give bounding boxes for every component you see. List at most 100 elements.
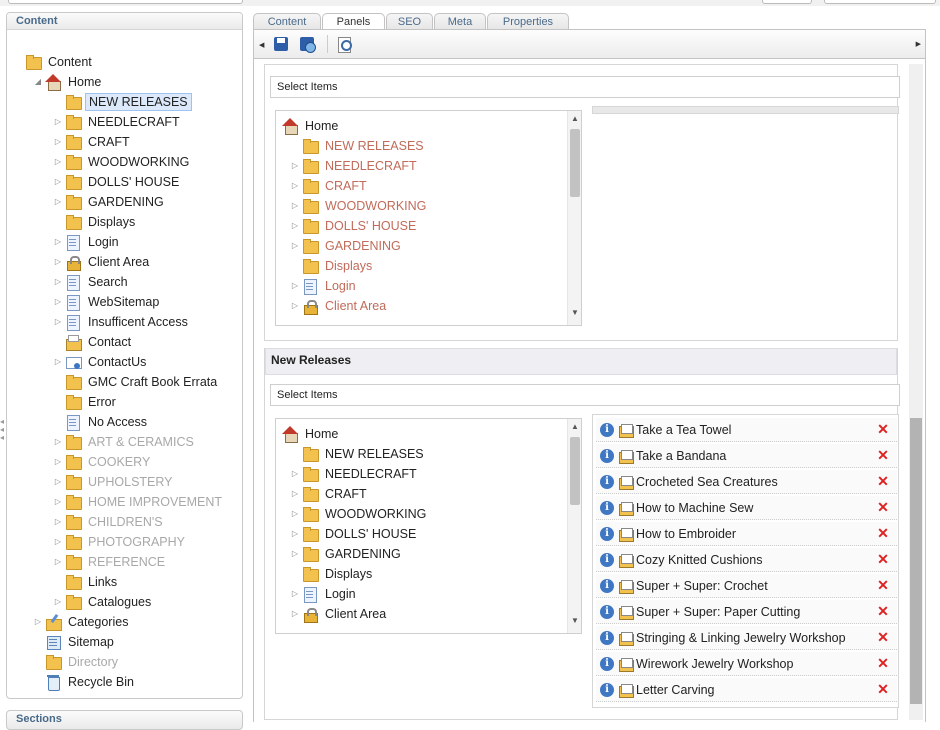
info-icon[interactable]: i (600, 422, 614, 437)
tree-node[interactable]: ▷ GARDENING (290, 544, 404, 564)
tree-node[interactable]: ▷ NEEDLECRAFT (53, 112, 183, 132)
info-icon[interactable]: i (600, 500, 614, 515)
expand-arrow-icon[interactable]: ▷ (53, 532, 63, 552)
expand-arrow-icon[interactable]: ▷ (53, 112, 63, 132)
expand-arrow-icon[interactable]: ▷ (33, 612, 43, 632)
tree-node[interactable]: ▷ WOODWORKING (53, 152, 192, 172)
tree-node[interactable]: ▷ ART & CERAMICS (53, 432, 197, 452)
tree-node[interactable]: ▷ REFERENCE (53, 552, 168, 572)
info-icon[interactable]: i (600, 474, 614, 489)
selected-item[interactable]: i Super + Super: Paper Cutting ✕ (596, 600, 897, 624)
expand-arrow-icon[interactable]: ▷ (290, 176, 300, 196)
info-icon[interactable]: i (600, 630, 614, 645)
selected-item[interactable]: i Stringing & Linking Jewelry Workshop ✕ (596, 626, 897, 650)
tree-node[interactable]: Displays (53, 212, 138, 232)
expand-arrow-icon[interactable]: ▷ (53, 352, 63, 372)
selected-item[interactable]: i Wirework Jewelry Workshop ✕ (596, 652, 897, 676)
main-scroll-thumb[interactable] (910, 418, 922, 704)
toolbar-expand-icon[interactable]: ▶ (916, 40, 921, 48)
remove-icon[interactable]: ✕ (877, 525, 889, 542)
selected-item[interactable]: i How to Embroider ✕ (596, 522, 897, 546)
expand-arrow-icon[interactable]: ▷ (290, 276, 300, 296)
tree-node[interactable]: Links (53, 572, 120, 592)
tree-node[interactable]: Home (276, 116, 341, 136)
tree-node[interactable]: ▷ CRAFT (290, 176, 370, 196)
expand-arrow-icon[interactable]: ▷ (53, 292, 63, 312)
tree-node[interactable]: Recycle Bin (33, 672, 137, 692)
tree-node[interactable]: ▷ Client Area (290, 604, 389, 624)
expand-arrow-icon[interactable]: ▷ (290, 604, 300, 624)
tree-node[interactable]: ▷ CRAFT (290, 484, 370, 504)
tree-node[interactable]: ▷ HOME IMPROVEMENT (53, 492, 225, 512)
selected-item[interactable]: i Super + Super: Crochet ✕ (596, 574, 897, 598)
scroll-thumb[interactable] (570, 129, 580, 197)
selected-item[interactable]: i Take a Tea Towel ✕ (596, 418, 897, 442)
tree-node[interactable]: Directory (33, 652, 121, 672)
save-icon[interactable] (273, 36, 289, 52)
tree-node[interactable]: ▷ PHOTOGRAPHY (53, 532, 188, 552)
top-button-a[interactable] (762, 0, 812, 4)
resize-grip[interactable]: ◂ ◂ ◂ (0, 418, 6, 442)
tree-node[interactable]: ▷ DOLLS' HOUSE (290, 524, 419, 544)
tree-node[interactable]: Error (53, 392, 119, 412)
toolbar-collapse-icon[interactable]: ◀ (259, 41, 264, 49)
tree-node[interactable]: ▷ Client Area (53, 252, 152, 272)
remove-icon[interactable]: ✕ (877, 681, 889, 698)
tree-node[interactable]: ▷ GARDENING (290, 236, 404, 256)
info-icon[interactable]: i (600, 526, 614, 541)
info-icon[interactable]: i (600, 604, 614, 619)
scroll-up-icon[interactable]: ▲ (568, 421, 581, 433)
tree-node[interactable]: ▷ CRAFT (53, 132, 133, 152)
expand-arrow-icon[interactable]: ▷ (53, 592, 63, 612)
expand-arrow-icon[interactable]: ▷ (290, 464, 300, 484)
expand-arrow-icon[interactable]: ▷ (290, 296, 300, 316)
tab-meta[interactable]: Meta (434, 13, 486, 30)
info-icon[interactable]: i (600, 578, 614, 593)
tree-node[interactable]: ▷ Login (290, 276, 359, 296)
tree-node[interactable]: Displays (290, 564, 375, 584)
tree-node[interactable]: ▷ WOODWORKING (290, 504, 429, 524)
tab-properties[interactable]: Properties (487, 13, 569, 30)
save-close-icon[interactable] (299, 36, 316, 53)
scroll-thumb[interactable] (570, 437, 580, 505)
tree-node[interactable]: ▷ NEEDLECRAFT (290, 156, 420, 176)
remove-icon[interactable]: ✕ (877, 421, 889, 438)
tree-node[interactable]: ▷ GARDENING (53, 192, 167, 212)
tab-seo[interactable]: SEO (386, 13, 433, 30)
expand-arrow-icon[interactable]: ▷ (290, 524, 300, 544)
tree-node[interactable]: ▷ CHILDREN'S (53, 512, 166, 532)
expand-arrow-icon[interactable]: ▷ (53, 492, 63, 512)
tree-node[interactable]: ▷ Login (290, 584, 359, 604)
info-icon[interactable]: i (600, 552, 614, 567)
remove-icon[interactable]: ✕ (877, 603, 889, 620)
expand-arrow-icon[interactable]: ▷ (53, 472, 63, 492)
tree-node[interactable]: ▷ DOLLS' HOUSE (53, 172, 182, 192)
main-scrollbar[interactable] (909, 64, 923, 720)
expand-arrow-icon[interactable]: ▷ (53, 432, 63, 452)
expand-arrow-icon[interactable]: ▷ (290, 156, 300, 176)
tree-node[interactable]: Displays (290, 256, 375, 276)
tree-node[interactable]: NEW RELEASES (290, 444, 427, 464)
remove-icon[interactable]: ✕ (877, 655, 889, 672)
expand-arrow-icon[interactable]: ▷ (290, 584, 300, 604)
remove-icon[interactable]: ✕ (877, 447, 889, 464)
tree-node[interactable]: ▷ DOLLS' HOUSE (290, 216, 419, 236)
expand-arrow-icon[interactable]: ▷ (53, 252, 63, 272)
expand-arrow-icon[interactable]: ▷ (53, 552, 63, 572)
selected-item[interactable]: i How to Machine Sew ✕ (596, 496, 897, 520)
item-picker-top[interactable]: Home NEW RELEASES ▷ NEEDLECRAFT ▷ CRAFT ▷ WOODW… (275, 110, 582, 326)
tree-node[interactable]: ▷ Catalogues (53, 592, 154, 612)
top-left-field[interactable] (8, 0, 243, 4)
expand-arrow-icon[interactable]: ▷ (53, 172, 63, 192)
selected-item[interactable]: i Take a Bandana ✕ (596, 444, 897, 468)
expand-arrow-icon[interactable]: ▷ (290, 484, 300, 504)
picker-scrollbar-top[interactable]: ▲ ▼ (567, 111, 581, 325)
remove-icon[interactable]: ✕ (877, 629, 889, 646)
tree-node[interactable]: Contact (53, 332, 134, 352)
expand-arrow-icon[interactable]: ▷ (53, 132, 63, 152)
top-button-b[interactable] (824, 0, 936, 4)
collapse-arrow-icon[interactable]: ◢ (33, 72, 43, 92)
scroll-up-icon[interactable]: ▲ (568, 113, 581, 125)
tree-node[interactable]: ▷ Client Area (290, 296, 389, 316)
tree-node[interactable]: Content (13, 52, 95, 72)
